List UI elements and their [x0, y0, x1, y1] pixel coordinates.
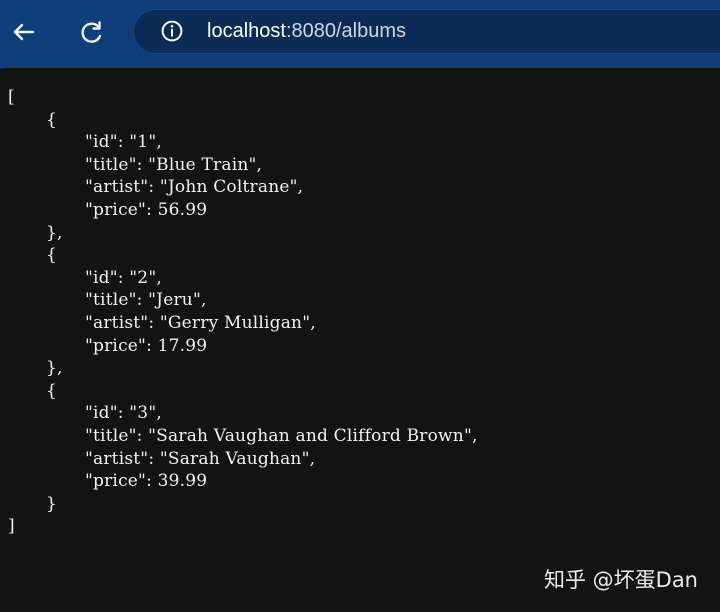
json-close-bracket: ] — [8, 516, 15, 537]
album-2-price-line: "price": 17.99 — [85, 335, 208, 356]
album-3-id-line: "id": "3", — [85, 403, 162, 424]
back-arrow-icon — [13, 23, 35, 41]
browser-page-content: [{"id": "1", "title": "Blue Train", "artis… — [0, 68, 720, 612]
json-open-bracket: [ — [8, 87, 15, 107]
json-close-brace-1: }, — [46, 222, 63, 243]
watermark: 知乎 @坏蛋Dan — [543, 568, 698, 592]
url-text[interactable]: localhost:8080/albums — [207, 19, 406, 43]
album-1-id-line: "id": "1", — [85, 132, 162, 153]
album-1-price-line: "price": 56.99 — [85, 199, 208, 220]
json-open-brace-3: { — [46, 380, 58, 401]
url-path: :8080/albums — [285, 20, 407, 42]
reload-button[interactable] — [71, 12, 111, 52]
json-open-brace-1: { — [46, 109, 58, 130]
album-1-artist-line: "artist": "John Coltrane", — [85, 177, 304, 198]
reload-icon — [81, 21, 102, 43]
json-response: [{"id": "1", "title": "Blue Train", "artis… — [8, 86, 478, 538]
back-button[interactable] — [3, 12, 43, 52]
album-3-price-line: "price": 39.99 — [85, 471, 208, 492]
address-bar[interactable]: localhost:8080/albums — [133, 9, 720, 54]
album-2-artist-line: "artist": "Gerry Mulligan", — [85, 312, 316, 333]
info-icon[interactable] — [161, 20, 183, 42]
album-3-artist-line: "artist": "Sarah Vaughan", — [85, 448, 316, 469]
album-2-id-line: "id": "2", — [85, 267, 162, 288]
json-open-brace-2: { — [46, 245, 58, 266]
json-close-brace-3: } — [46, 493, 58, 514]
json-close-brace-2: }, — [46, 358, 63, 379]
url-host: localhost — [207, 20, 286, 42]
album-2-title-line: "title": "Jeru", — [85, 290, 207, 311]
album-3-title-line: "title": "Sarah Vaughan and Clifford Bro… — [85, 425, 478, 446]
album-1-title-line: "title": "Blue Train", — [85, 154, 263, 175]
browser-toolbar: localhost:8080/albums — [0, 0, 720, 69]
